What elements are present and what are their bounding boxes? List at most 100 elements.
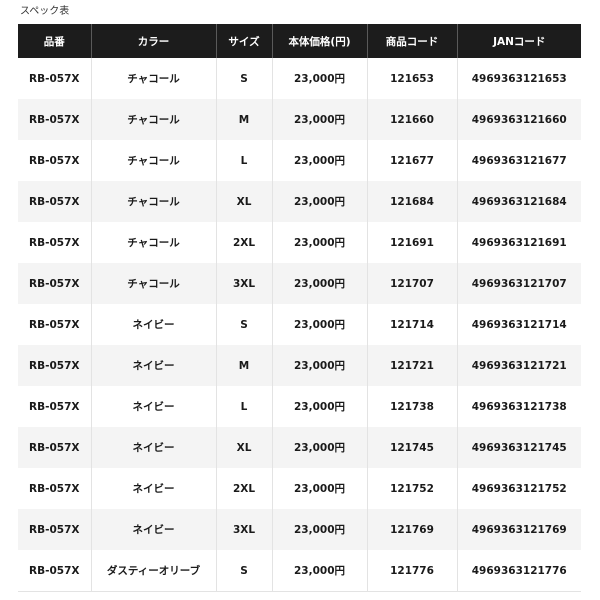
cell-price: 23,000円 (271, 550, 367, 592)
cell-size: 2XL (215, 468, 272, 509)
cell-size: 3XL (215, 263, 272, 304)
cell-product-number: RB-057X (18, 468, 91, 509)
header-product-number: 品番 (18, 24, 91, 58)
cell-jan-code: 4969363121769 (456, 509, 581, 550)
cell-color: ネイビー (90, 304, 216, 345)
cell-jan-code: 4969363121677 (456, 140, 581, 181)
header-color: カラー (90, 24, 216, 58)
cell-size: S (215, 304, 272, 345)
table-caption: スペック表 (20, 6, 70, 17)
table-row: RB-057X ネイビー S 23,000円 121714 4969363121714 (18, 304, 581, 345)
table-row: RB-057X チャコール M 23,000円 121660 4969363121660 (18, 99, 581, 140)
spec-table-header: 品番 カラー サイズ 本体価格(円) 商品コード JANコード (18, 24, 581, 58)
header-jan-code: JANコード (456, 24, 581, 58)
cell-size: XL (215, 427, 272, 468)
cell-color: チャコール (90, 263, 216, 304)
cell-size: L (215, 140, 272, 181)
cell-product-number: RB-057X (18, 550, 91, 592)
cell-price: 23,000円 (271, 181, 367, 222)
cell-jan-code: 4969363121707 (456, 263, 581, 304)
table-row: RB-057X ネイビー 3XL 23,000円 121769 4969363121769 (18, 509, 581, 550)
cell-size: 3XL (215, 509, 272, 550)
table-row: RB-057X チャコール XL 23,000円 121684 4969363121684 (18, 181, 581, 222)
page: スペック表 品番 カラー サイズ 本体価格(円) 商品コード JANコード RB… (0, 0, 600, 600)
cell-price: 23,000円 (271, 427, 367, 468)
header-product-code: 商品コード (366, 24, 457, 58)
cell-jan-code: 4969363121660 (456, 99, 581, 140)
table-row: RB-057X ネイビー 2XL 23,000円 121752 4969363121752 (18, 468, 581, 509)
cell-jan-code: 4969363121691 (456, 222, 581, 263)
cell-price: 23,000円 (271, 222, 367, 263)
header-row: 品番 カラー サイズ 本体価格(円) 商品コード JANコード (18, 24, 581, 58)
cell-product-number: RB-057X (18, 263, 91, 304)
cell-product-code: 121738 (366, 386, 457, 427)
table-row: RB-057X チャコール 3XL 23,000円 121707 496936312170… (18, 263, 581, 304)
header-price: 本体価格(円) (271, 24, 367, 58)
cell-color: ネイビー (90, 509, 216, 550)
cell-product-number: RB-057X (18, 304, 91, 345)
table-row: RB-057X ダスティーオリーブ S 23,000円 121776 4969363121… (18, 550, 581, 592)
cell-jan-code: 4969363121653 (456, 58, 581, 99)
cell-size: S (215, 550, 272, 592)
table-row: RB-057X ネイビー M 23,000円 121721 4969363121721 (18, 345, 581, 386)
cell-product-code: 121714 (366, 304, 457, 345)
cell-product-code: 121745 (366, 427, 457, 468)
table-row: RB-057X チャコール 2XL 23,000円 121691 496936312169… (18, 222, 581, 263)
cell-product-number: RB-057X (18, 58, 91, 99)
cell-color: チャコール (90, 58, 216, 99)
cell-product-number: RB-057X (18, 140, 91, 181)
cell-color: ネイビー (90, 427, 216, 468)
cell-jan-code: 4969363121738 (456, 386, 581, 427)
cell-price: 23,000円 (271, 509, 367, 550)
cell-product-number: RB-057X (18, 509, 91, 550)
cell-size: M (215, 99, 272, 140)
spec-table: 品番 カラー サイズ 本体価格(円) 商品コード JANコード RB-057X チ… (18, 24, 581, 592)
cell-size: L (215, 386, 272, 427)
cell-product-code: 121684 (366, 181, 457, 222)
cell-product-number: RB-057X (18, 99, 91, 140)
cell-price: 23,000円 (271, 345, 367, 386)
cell-color: ネイビー (90, 468, 216, 509)
cell-product-code: 121677 (366, 140, 457, 181)
cell-product-code: 121752 (366, 468, 457, 509)
cell-jan-code: 4969363121745 (456, 427, 581, 468)
cell-size: 2XL (215, 222, 272, 263)
cell-price: 23,000円 (271, 304, 367, 345)
cell-product-code: 121769 (366, 509, 457, 550)
cell-product-code: 121707 (366, 263, 457, 304)
cell-jan-code: 4969363121684 (456, 181, 581, 222)
cell-color: ネイビー (90, 345, 216, 386)
cell-price: 23,000円 (271, 263, 367, 304)
cell-price: 23,000円 (271, 58, 367, 99)
cell-price: 23,000円 (271, 140, 367, 181)
cell-price: 23,000円 (271, 468, 367, 509)
table-row: RB-057X ネイビー XL 23,000円 121745 4969363121745 (18, 427, 581, 468)
cell-jan-code: 4969363121714 (456, 304, 581, 345)
cell-color: ダスティーオリーブ (90, 550, 216, 592)
spec-table-body: RB-057X チャコール S 23,000円 121653 4969363121653 R… (18, 58, 581, 592)
cell-product-number: RB-057X (18, 427, 91, 468)
table-row: RB-057X チャコール L 23,000円 121677 4969363121677 (18, 140, 581, 181)
cell-price: 23,000円 (271, 386, 367, 427)
cell-color: チャコール (90, 99, 216, 140)
cell-size: M (215, 345, 272, 386)
cell-color: チャコール (90, 222, 216, 263)
table-row: RB-057X チャコール S 23,000円 121653 4969363121653 (18, 58, 581, 99)
cell-jan-code: 4969363121752 (456, 468, 581, 509)
header-size: サイズ (215, 24, 272, 58)
cell-product-code: 121691 (366, 222, 457, 263)
cell-jan-code: 4969363121776 (456, 550, 581, 592)
cell-product-code: 121653 (366, 58, 457, 99)
cell-product-number: RB-057X (18, 181, 91, 222)
cell-color: チャコール (90, 140, 216, 181)
cell-color: チャコール (90, 181, 216, 222)
cell-product-number: RB-057X (18, 386, 91, 427)
cell-product-number: RB-057X (18, 345, 91, 386)
cell-size: S (215, 58, 272, 99)
cell-product-code: 121660 (366, 99, 457, 140)
table-row: RB-057X ネイビー L 23,000円 121738 4969363121738 (18, 386, 581, 427)
cell-product-number: RB-057X (18, 222, 91, 263)
cell-size: XL (215, 181, 272, 222)
cell-color: ネイビー (90, 386, 216, 427)
cell-jan-code: 4969363121721 (456, 345, 581, 386)
